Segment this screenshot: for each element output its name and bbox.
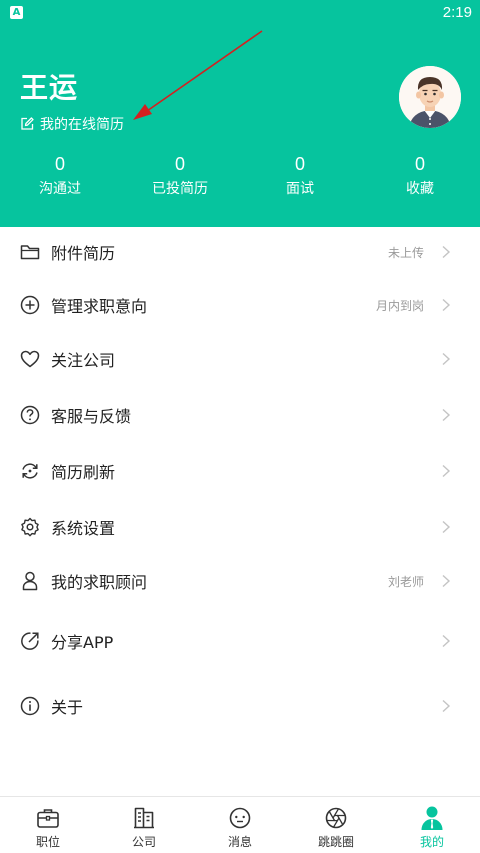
- status-time: 2:19: [442, 4, 472, 21]
- menu-label: 我的求职顾问: [51, 573, 148, 592]
- tab-jobs[interactable]: 职位: [0, 797, 96, 853]
- menu-item-about[interactable]: 关于: [0, 681, 480, 731]
- app-notification-icon: A: [10, 6, 23, 19]
- chevron-right-icon: [442, 520, 451, 534]
- menu-label: 客服与反馈: [51, 407, 132, 426]
- chevron-right-icon: [442, 245, 451, 259]
- stat-label: 面试: [286, 181, 314, 197]
- share-icon: [19, 630, 41, 652]
- stat-label: 收藏: [406, 181, 434, 197]
- menu-label: 附件简历: [51, 244, 116, 263]
- menu-label: 关注公司: [51, 351, 116, 370]
- tab-community[interactable]: 跳跳圈: [288, 797, 384, 853]
- menu-label: 分享APP: [51, 633, 114, 652]
- menu-item-job-intention[interactable]: 管理求职意向 月内到岗: [0, 280, 480, 330]
- stat-value: 0: [294, 154, 305, 174]
- stat-value: 0: [54, 154, 65, 174]
- tab-label: 消息: [227, 835, 252, 849]
- stat-value: 0: [174, 154, 185, 174]
- stats-row: 0 沟通过 0 已投简历 0 面试 0 收藏: [0, 150, 480, 210]
- avatar-icon[interactable]: [399, 66, 461, 128]
- user-icon: [419, 805, 445, 831]
- menu-item-share-app[interactable]: 分享APP: [0, 616, 480, 666]
- stat-value: 0: [414, 154, 425, 174]
- chevron-right-icon: [442, 408, 451, 422]
- chevron-right-icon: [442, 634, 451, 648]
- refresh-icon: [19, 460, 41, 482]
- menu-label: 简历刷新: [51, 463, 116, 482]
- plus-circle-icon: [19, 294, 41, 316]
- stat-label: 沟通过: [39, 181, 81, 197]
- stat-favorites[interactable]: 0 收藏: [360, 150, 480, 210]
- stat-contacted[interactable]: 0 沟通过: [0, 150, 120, 210]
- menu-item-job-advisor[interactable]: 我的求职顾问 刘老师: [0, 556, 480, 606]
- status-bar: A 2:19: [0, 0, 480, 26]
- menu-item-followed-companies[interactable]: 关注公司: [0, 334, 480, 384]
- online-resume-link[interactable]: 我的在线简历: [20, 114, 124, 134]
- settings-icon: [19, 516, 41, 538]
- chevron-right-icon: [442, 464, 451, 478]
- tab-companies[interactable]: 公司: [96, 797, 192, 853]
- help-circle-icon: [19, 404, 41, 426]
- chevron-right-icon: [442, 298, 451, 312]
- edit-icon: [21, 117, 34, 130]
- chevron-right-icon: [442, 574, 451, 588]
- stat-applied[interactable]: 0 已投简历: [120, 150, 240, 210]
- menu-item-resume-refresh[interactable]: 简历刷新: [0, 446, 480, 496]
- menu-value: 刘老师: [387, 574, 424, 589]
- stat-label: 已投简历: [152, 181, 208, 197]
- bottom-tab-bar: 职位 公司 消息 跳跳圈 我的: [0, 796, 480, 853]
- chevron-right-icon: [442, 352, 451, 366]
- menu-value: 月内到岗: [375, 298, 424, 313]
- user-name: 王运: [20, 71, 79, 104]
- tab-label: 职位: [35, 835, 60, 849]
- menu-label: 系统设置: [51, 519, 116, 538]
- tab-messages[interactable]: 消息: [192, 797, 288, 853]
- menu-label: 管理求职意向: [51, 297, 148, 316]
- menu-label: 关于: [51, 698, 84, 717]
- stat-interview[interactable]: 0 面试: [240, 150, 360, 210]
- menu-item-attachment-resume[interactable]: 附件简历 未上传: [0, 227, 480, 277]
- tab-label: 跳跳圈: [317, 835, 354, 849]
- heart-icon: [19, 348, 41, 370]
- folder-icon: [19, 241, 41, 263]
- building-icon: [131, 805, 157, 831]
- chevron-right-icon: [442, 699, 451, 713]
- briefcase-icon: [35, 805, 61, 831]
- menu-item-system-settings[interactable]: 系统设置: [0, 502, 480, 552]
- menu-value: 未上传: [387, 245, 424, 260]
- tab-mine[interactable]: 我的: [384, 797, 480, 853]
- person-icon: [19, 570, 41, 592]
- online-resume-label: 我的在线简历: [40, 117, 124, 133]
- tab-label: 我的: [419, 835, 444, 849]
- tab-label: 公司: [131, 835, 156, 849]
- message-icon: [227, 805, 253, 831]
- profile-header: A 2:19 王运 我的在线简历 0 沟通过 0 已投简历 0 面试 0 收藏: [0, 0, 480, 227]
- menu-item-customer-service[interactable]: 客服与反馈: [0, 390, 480, 440]
- aperture-icon: [323, 805, 349, 831]
- info-icon: [19, 695, 41, 717]
